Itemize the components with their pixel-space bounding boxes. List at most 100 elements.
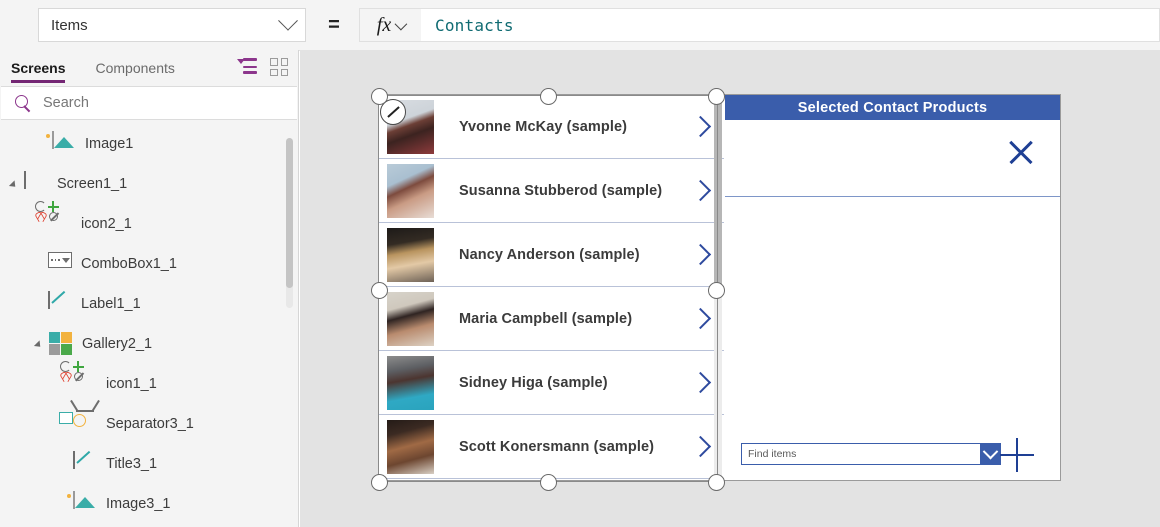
tab-components-label: Components	[95, 60, 175, 76]
contact-avatar	[387, 419, 434, 474]
search-input[interactable]: Search	[1, 86, 297, 120]
control-tree: Image1 Screen1_1 icon2_1 ComboBox1_1 Lab…	[0, 120, 298, 524]
property-dropdown-value: Items	[51, 16, 88, 34]
image-icon	[73, 491, 97, 516]
contact-avatar	[387, 355, 434, 410]
resize-handle-middle-left[interactable]	[371, 282, 388, 299]
label-icon	[48, 291, 72, 316]
tree-item-label: icon2_1	[81, 216, 132, 232]
pane-body: Find items	[725, 120, 1060, 480]
selected-contact-products-pane: Selected Contact Products Find items	[725, 95, 1060, 480]
gallery-item[interactable]: Yvonne McKay (sample)	[379, 95, 724, 159]
app-canvas[interactable]: Yvonne McKay (sample) Susanna Stubberod …	[300, 50, 1160, 527]
tree-item-title3-1[interactable]: Title3_1	[0, 444, 298, 484]
contact-name: Yvonne McKay (sample)	[459, 118, 628, 135]
contact-avatar	[387, 227, 434, 282]
property-dropdown[interactable]: Items	[38, 8, 306, 42]
tree-item-label: Label1_1	[81, 296, 141, 312]
tree-item-label: ComboBox1_1	[81, 256, 177, 272]
tab-screens-label: Screens	[11, 60, 66, 76]
tile-view-icon[interactable]	[270, 58, 288, 76]
pane-divider	[725, 196, 1060, 197]
expand-caret-icon[interactable]	[8, 177, 22, 191]
plus-icon[interactable]	[1000, 438, 1034, 472]
tree-item-icon2-1[interactable]: icon2_1	[0, 201, 298, 244]
gallery-item[interactable]: Maria Campbell (sample)	[379, 287, 724, 351]
label-icon	[73, 451, 97, 476]
pane-header: Selected Contact Products	[725, 95, 1060, 120]
tree-item-separator3-1[interactable]: Separator3_1	[0, 404, 298, 444]
gallery-icon	[49, 332, 73, 356]
resize-handle-bottom-center[interactable]	[540, 474, 557, 491]
chevron-down-icon[interactable]	[980, 443, 1000, 464]
chevron-right-icon[interactable]	[689, 307, 712, 330]
formula-input[interactable]: Contacts	[421, 8, 1160, 42]
resize-handle-bottom-left[interactable]	[371, 474, 388, 491]
contact-avatar	[387, 163, 434, 218]
tree-item-image1[interactable]: Image1	[0, 124, 298, 164]
panel-tabs: Screens Components	[0, 50, 298, 86]
image-icon	[52, 131, 76, 156]
chevron-down-icon	[278, 10, 298, 31]
expand-caret-icon[interactable]	[33, 337, 47, 351]
search-icon	[15, 94, 32, 112]
resize-handle-bottom-right[interactable]	[708, 474, 725, 491]
gallery-control[interactable]: Yvonne McKay (sample) Susanna Stubberod …	[379, 95, 724, 480]
separator-icon	[59, 410, 97, 436]
contact-name: Maria Campbell (sample)	[459, 310, 633, 327]
resize-handle-top-right[interactable]	[708, 88, 725, 105]
gallery-item[interactable]: Sidney Higa (sample)	[379, 351, 724, 415]
tree-item-label: Separator3_1	[106, 416, 194, 432]
tree-item-label: Image3_1	[106, 496, 171, 512]
tree-item-label1-1[interactable]: Label1_1	[0, 284, 298, 324]
tree-scroll-area[interactable]: Image1 Screen1_1 icon2_1 ComboBox1_1 Lab…	[0, 120, 298, 527]
chevron-right-icon[interactable]	[689, 371, 712, 394]
resize-handle-top-left[interactable]	[371, 88, 388, 105]
contact-name: Scott Konersmann (sample)	[459, 438, 655, 455]
view-toggle-group	[237, 58, 288, 76]
contact-name: Nancy Anderson (sample)	[459, 246, 640, 263]
gallery-item[interactable]: Nancy Anderson (sample)	[379, 223, 724, 287]
icon-shape-icon	[35, 201, 72, 236]
tree-item-combobox1-1[interactable]: ComboBox1_1	[0, 244, 298, 284]
screen-icon	[24, 171, 48, 196]
tree-item-screen1-1[interactable]: Screen1_1	[0, 164, 298, 204]
chevron-right-icon[interactable]	[689, 435, 712, 458]
pane-title: Selected Contact Products	[797, 99, 988, 116]
chevron-right-icon[interactable]	[689, 243, 712, 266]
formula-bar: Items = fx Contacts	[0, 0, 1160, 51]
chevron-right-icon[interactable]	[689, 179, 712, 202]
contact-avatar	[387, 291, 434, 346]
tree-item-image3-1[interactable]: Image3_1	[0, 484, 298, 524]
contact-name: Sidney Higa (sample)	[459, 374, 608, 391]
tab-screens[interactable]: Screens	[11, 50, 66, 86]
search-placeholder: Search	[43, 95, 89, 111]
gallery-item[interactable]: Susanna Stubberod (sample)	[379, 159, 724, 223]
combobox-icon	[48, 252, 72, 276]
tree-item-gallery2-1[interactable]: Gallery2_1	[0, 324, 298, 364]
close-x-icon[interactable]	[1006, 137, 1036, 167]
fx-icon: fx	[376, 13, 392, 36]
find-items-combobox[interactable]: Find items	[741, 443, 1001, 465]
tab-components[interactable]: Components	[95, 50, 174, 86]
equals-sign: =	[328, 13, 340, 36]
tree-item-label: Screen1_1	[57, 176, 128, 192]
resize-handle-middle-right[interactable]	[708, 282, 725, 299]
find-items-placeholder: Find items	[748, 448, 797, 460]
contact-name: Susanna Stubberod (sample)	[459, 182, 663, 199]
chevron-down-icon	[394, 17, 408, 30]
fx-dropdown-button[interactable]: fx	[359, 8, 421, 42]
tree-item-label: icon1_1	[106, 376, 157, 392]
tree-view-icon[interactable]	[237, 58, 257, 76]
tree-item-label: Gallery2_1	[82, 336, 153, 352]
resize-handle-top-center[interactable]	[540, 88, 557, 105]
gallery-item[interactable]: Scott Konersmann (sample)	[379, 415, 724, 479]
powerapps-studio: Items = fx Contacts Screens Components S…	[0, 0, 1160, 527]
chevron-right-icon[interactable]	[689, 115, 712, 138]
icon-shape-icon	[60, 361, 97, 396]
tree-view-panel: Screens Components Search Image1 Screen1…	[0, 50, 299, 527]
tree-scrollbar-thumb[interactable]	[286, 138, 293, 288]
gallery-scrollbar-thumb[interactable]	[714, 97, 722, 293]
tree-item-label: Image1	[85, 136, 134, 152]
tree-item-icon1-1[interactable]: icon1_1	[0, 361, 298, 404]
